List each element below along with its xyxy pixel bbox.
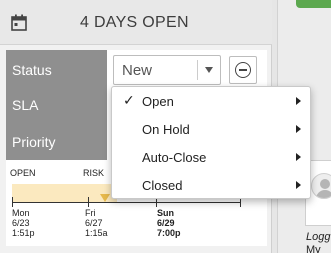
field-labels: Status SLA Priority [6,50,107,160]
caret-right-icon [296,181,301,189]
chevron-down-icon[interactable] [205,67,213,73]
menu-item-auto-close[interactable]: Auto-Close [112,143,310,171]
clear-status-button[interactable] [229,56,257,84]
timeline-risk-label: RISK [83,168,105,178]
menu-item-label: Closed [142,178,183,193]
select-divider [197,60,198,80]
timeline-tick [88,197,89,207]
timeline-date-risk: Fri 6/27 1:15a [85,208,108,238]
action-button[interactable] [296,0,331,8]
activity-text: Logg [306,231,331,243]
status-value: New [122,62,153,79]
date-value: 6/29 [157,218,175,228]
calendar-icon [11,14,27,31]
risk-marker-icon [100,194,110,202]
date-day: Mon [12,208,30,218]
timeline-date-start: Mon 6/23 1:51p [12,208,35,238]
menu-item-label: Auto-Close [142,150,207,165]
menu-item-closed[interactable]: Closed [112,171,310,199]
date-day: Fri [85,208,96,218]
status-dropdown-menu: ✓ Open On Hold Auto-Close Closed [111,86,311,199]
menu-item-label: On Hold [142,122,190,137]
avatar-body [316,190,331,198]
activity-subtext: My [306,244,321,253]
minus-icon [239,69,247,71]
date-time: 1:15a [85,228,108,238]
date-time: 7:00p [157,228,181,238]
timeline-open-label: OPEN [10,168,36,178]
page-title: 4 DAYS OPEN [80,14,189,31]
timeline-axis [12,202,240,203]
timeline-date-due: Sun 6/29 7:00p [157,208,181,238]
caret-right-icon [296,97,301,105]
panel-header: 4 DAYS OPEN [0,0,272,45]
avatar [311,173,331,199]
menu-item-label: Open [142,94,174,109]
avatar-head [320,179,330,189]
date-value: 6/23 [12,218,30,228]
menu-item-on-hold[interactable]: On Hold [112,115,310,143]
status-select[interactable]: New [113,55,221,85]
menu-item-open[interactable]: ✓ Open [112,87,310,115]
date-day: Sun [157,208,174,218]
caret-right-icon [296,153,301,161]
status-label: Status [12,62,52,78]
date-value: 6/27 [85,218,103,228]
date-time: 1:51p [12,228,35,238]
timeline-tick [12,197,13,207]
caret-right-icon [296,125,301,133]
priority-label: Priority [12,134,56,150]
sla-label: SLA [12,97,39,113]
check-icon: ✓ [123,93,135,109]
